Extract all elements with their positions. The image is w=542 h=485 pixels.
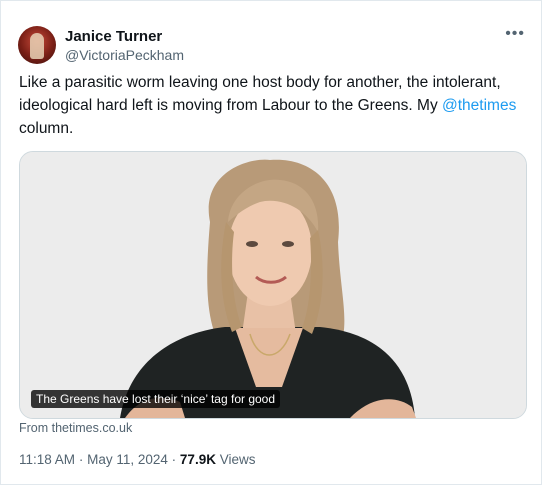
tweet-card: Janice Turner @VictoriaPeckham ••• Like … — [0, 0, 542, 485]
tweet-text: Like a parasitic worm leaving one host b… — [19, 71, 527, 140]
tweet-time[interactable]: 11:18 AM — [19, 452, 75, 467]
author-handle[interactable]: @VictoriaPeckham — [65, 47, 184, 63]
tweet-text-tail: column. — [19, 120, 74, 137]
tweet-date[interactable]: May 11, 2024 — [87, 452, 168, 467]
article-photo — [20, 152, 526, 418]
mention-link[interactable]: @thetimes — [442, 97, 516, 114]
tweet-text-body: Like a parasitic worm leaving one host b… — [19, 74, 501, 114]
link-source[interactable]: From thetimes.co.uk — [19, 421, 132, 435]
link-card-image[interactable]: The Greens have lost their ‘nice’ tag fo… — [19, 151, 527, 419]
tweet-meta: 11:18 AM · May 11, 2024 · 77.9K Views — [19, 452, 256, 467]
views-label: Views — [219, 452, 256, 467]
avatar[interactable] — [18, 26, 56, 64]
more-options-icon[interactable]: ••• — [505, 25, 525, 43]
views-count: 77.9K — [179, 452, 216, 467]
meta-separator: · — [78, 452, 84, 467]
author-name[interactable]: Janice Turner — [65, 28, 162, 45]
image-caption: The Greens have lost their ‘nice’ tag fo… — [31, 390, 281, 408]
meta-separator-2: · — [171, 452, 177, 467]
